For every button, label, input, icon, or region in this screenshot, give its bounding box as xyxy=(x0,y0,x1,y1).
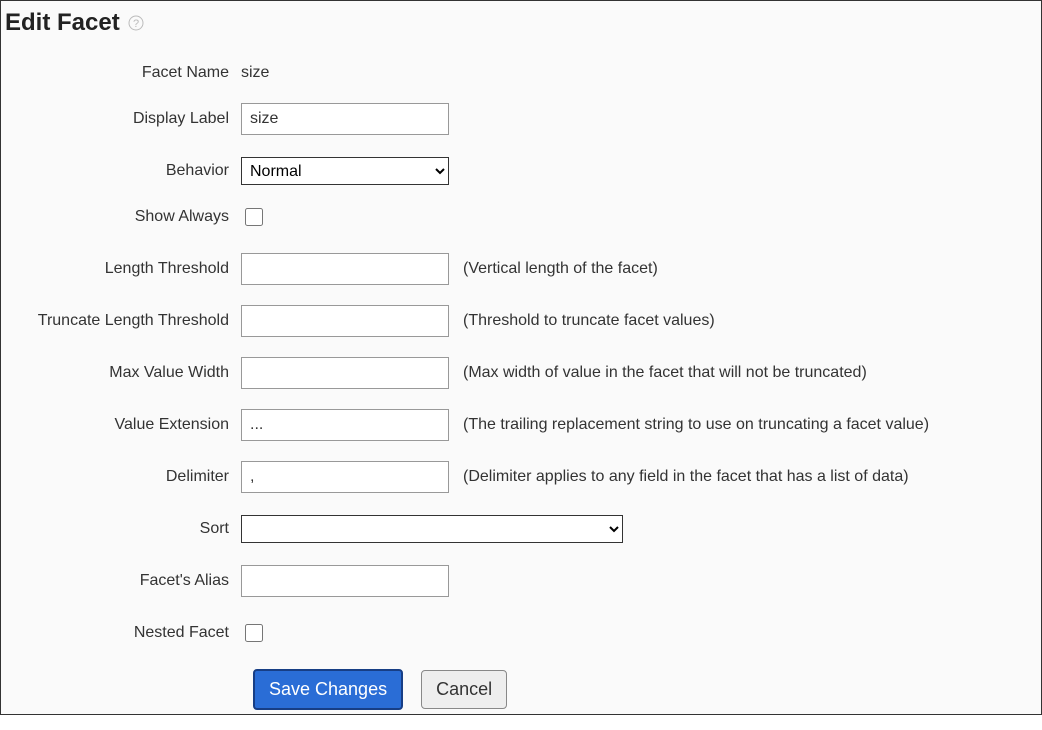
page-title: Edit Facet xyxy=(5,9,120,37)
svg-text:?: ? xyxy=(133,18,139,30)
facet-name-label: Facet Name xyxy=(5,64,241,82)
truncate-length-threshold-input[interactable] xyxy=(241,305,449,337)
length-threshold-hint: (Vertical length of the facet) xyxy=(463,260,658,278)
truncate-length-threshold-hint: (Threshold to truncate facet values) xyxy=(463,312,715,330)
length-threshold-label: Length Threshold xyxy=(5,260,241,278)
facets-alias-input[interactable] xyxy=(241,565,449,597)
cancel-button[interactable]: Cancel xyxy=(421,670,507,709)
behavior-select[interactable]: Normal xyxy=(241,157,449,185)
display-label-label: Display Label xyxy=(5,110,241,128)
edit-facet-panel: Edit Facet ? Facet Name size Display Lab… xyxy=(0,0,1042,715)
facet-name-value: size xyxy=(241,64,269,82)
value-extension-input[interactable] xyxy=(241,409,449,441)
edit-facet-form: Facet Name size Display Label Behavior N… xyxy=(5,57,1037,710)
nested-facet-label: Nested Facet xyxy=(5,624,241,642)
save-changes-button[interactable]: Save Changes xyxy=(253,669,403,710)
nested-facet-checkbox[interactable] xyxy=(245,624,263,642)
sort-label: Sort xyxy=(5,520,241,538)
length-threshold-input[interactable] xyxy=(241,253,449,285)
show-always-label: Show Always xyxy=(5,208,241,226)
delimiter-label: Delimiter xyxy=(5,468,241,486)
help-icon[interactable]: ? xyxy=(128,15,144,31)
value-extension-hint: (The trailing replacement string to use … xyxy=(463,416,929,434)
truncate-length-threshold-label: Truncate Length Threshold xyxy=(5,312,241,330)
sort-select[interactable] xyxy=(241,515,623,543)
behavior-label: Behavior xyxy=(5,162,241,180)
display-label-input[interactable] xyxy=(241,103,449,135)
max-value-width-label: Max Value Width xyxy=(5,364,241,382)
delimiter-hint: (Delimiter applies to any field in the f… xyxy=(463,468,909,486)
value-extension-label: Value Extension xyxy=(5,416,241,434)
max-value-width-hint: (Max width of value in the facet that wi… xyxy=(463,364,867,382)
max-value-width-input[interactable] xyxy=(241,357,449,389)
facets-alias-label: Facet's Alias xyxy=(5,572,241,590)
delimiter-input[interactable] xyxy=(241,461,449,493)
show-always-checkbox[interactable] xyxy=(245,208,263,226)
